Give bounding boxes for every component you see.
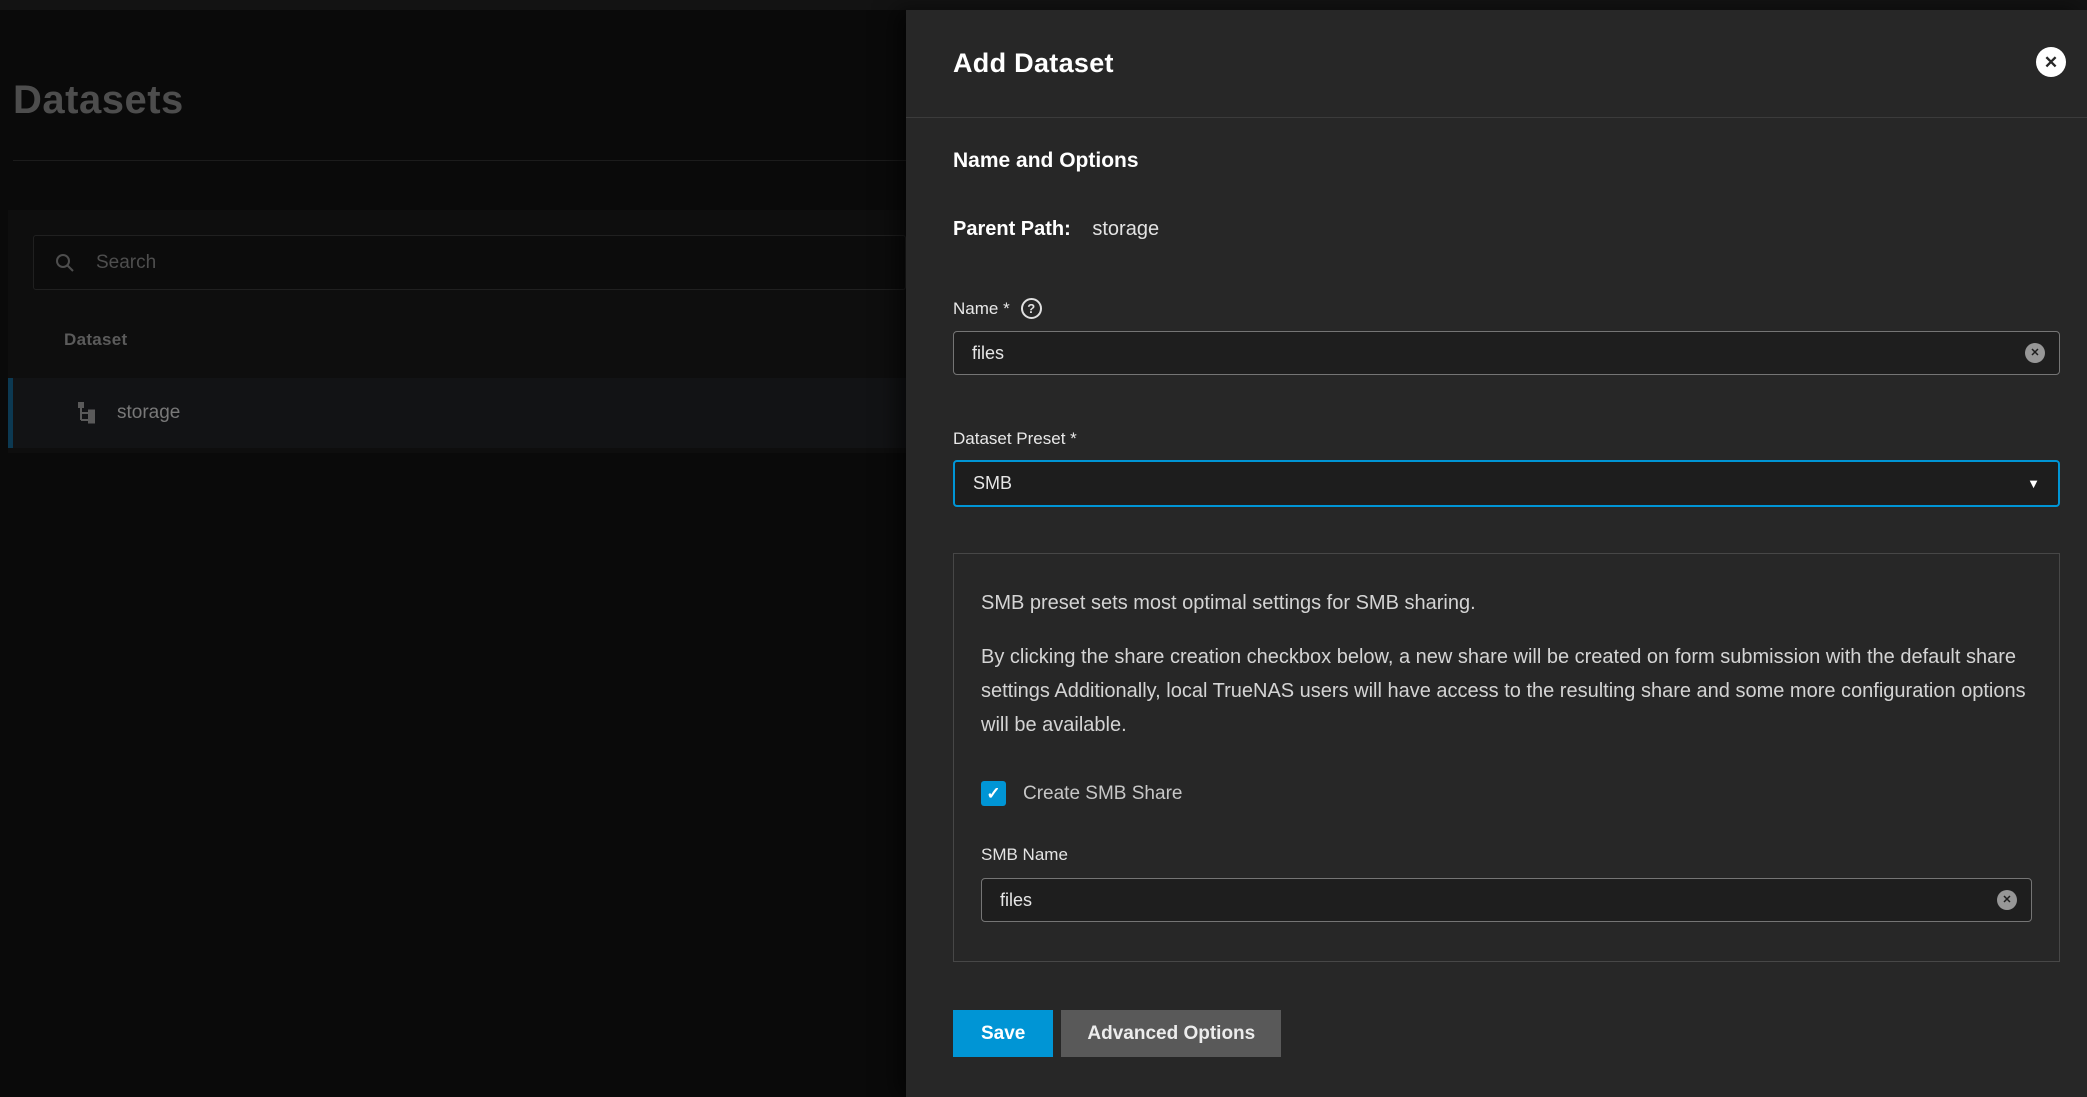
smb-preset-info-box: SMB preset sets most optimal settings fo… [953,553,2060,962]
smb-name-input[interactable] [982,879,2031,921]
create-smb-share-checkbox-row[interactable]: ✓ Create SMB Share [981,781,2032,806]
dataset-search-box[interactable] [33,235,906,290]
advanced-options-button[interactable]: Advanced Options [1061,1010,1281,1057]
panel-title: Add Dataset [953,48,1114,79]
name-field-label: Name * [953,299,1010,319]
preset-field-label: Dataset Preset * [953,429,1077,449]
dataset-preset-select[interactable]: SMB ▼ [953,460,2060,507]
clear-smb-name-icon[interactable]: ✕ [1997,890,2017,910]
caret-down-icon: ▼ [2027,476,2040,491]
name-input[interactable] [954,332,2059,374]
parent-path-label: Parent Path: [953,218,1071,240]
dataset-tree-icon [75,401,99,425]
preset-field-label-row: Dataset Preset * [953,429,2060,449]
checkbox-checked-icon[interactable]: ✓ [981,781,1006,806]
page-title: Datasets [13,78,184,123]
dataset-row-label: storage [117,402,180,424]
name-field-label-row: Name * ? [953,298,2060,319]
panel-content: Name and Options Parent Path: storage Na… [906,149,2087,1057]
section-title: Name and Options [953,149,2060,173]
datasets-page-dimmed: Datasets Dataset st [0,10,906,1097]
parent-path: Parent Path: storage [953,218,2060,241]
page-title-divider [13,160,906,161]
search-icon [54,252,76,274]
info-line-2: By clicking the share creation checkbox … [981,640,2032,742]
save-button[interactable]: Save [953,1010,1053,1057]
close-icon[interactable]: ✕ [2036,47,2066,77]
smb-name-label: SMB Name [981,845,2032,865]
dataset-preset-value: SMB [973,473,1012,494]
screen: Datasets Dataset st [0,0,2087,1097]
info-line-1: SMB preset sets most optimal settings fo… [981,590,2032,617]
form-buttons: Save Advanced Options [953,1010,2060,1057]
parent-path-value: storage [1092,218,1159,240]
help-icon[interactable]: ? [1021,298,1042,319]
add-dataset-panel: Add Dataset ✕ Name and Options Parent Pa… [906,10,2087,1097]
dataset-tree-card: Dataset storage [8,210,906,453]
clear-name-icon[interactable]: ✕ [2025,343,2045,363]
name-input-wrap: ✕ [953,331,2060,375]
smb-name-input-wrap: ✕ [981,878,2032,922]
column-header-dataset: Dataset [64,330,128,350]
dataset-row-storage[interactable]: storage [8,378,906,448]
top-strip [0,0,2087,10]
panel-header: Add Dataset ✕ [906,10,2087,118]
create-smb-share-label: Create SMB Share [1023,783,1182,805]
search-input[interactable] [94,251,798,275]
